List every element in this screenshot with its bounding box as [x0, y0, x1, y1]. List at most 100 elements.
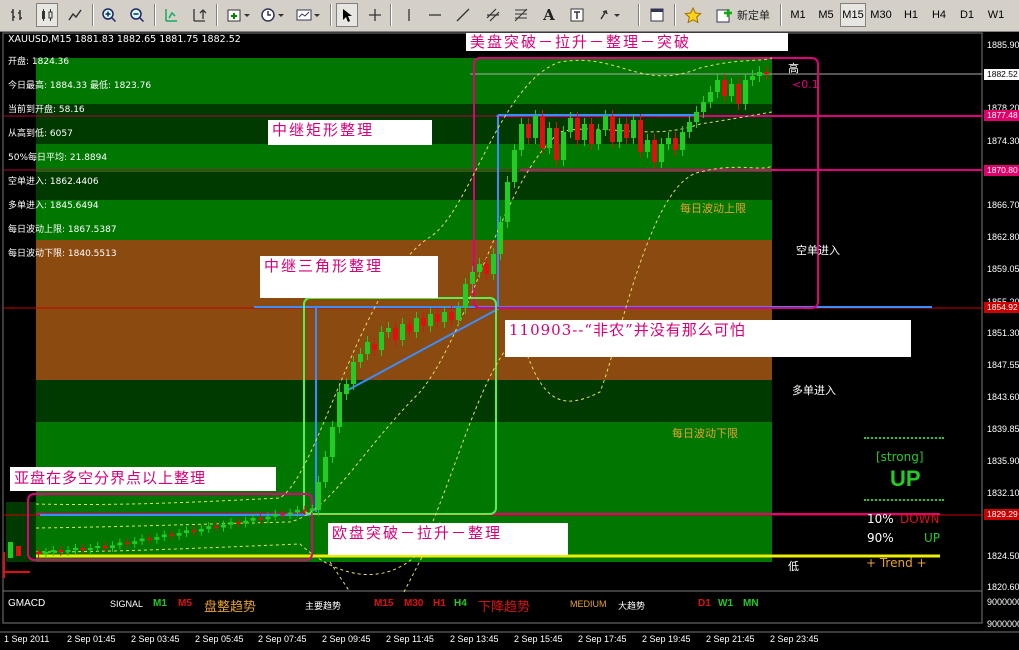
candle-body — [624, 124, 629, 138]
candle-body — [344, 384, 349, 394]
crosshair-button[interactable] — [364, 3, 386, 27]
timeframe-h1[interactable]: H1 — [898, 3, 924, 27]
high-mark-label: 高 — [788, 62, 799, 75]
candle-body — [722, 80, 727, 96]
candle-body — [184, 530, 189, 533]
long-entry-label: 多单进入 — [792, 384, 836, 397]
indicator-medium: MEDIUM — [570, 599, 607, 609]
vertical-line-button[interactable] — [398, 3, 420, 27]
info-line: 当前到开盘: 58.16 — [8, 105, 85, 115]
candle-body — [680, 132, 685, 150]
candle-body — [659, 144, 664, 162]
signal-divider — [864, 437, 944, 439]
time-axis-label: 2 Sep 09:45 — [322, 634, 371, 644]
candle-body — [198, 528, 204, 532]
candle-body — [652, 140, 657, 162]
candle-body — [589, 124, 594, 144]
candle-body — [596, 130, 601, 144]
indicators-button[interactable] — [224, 3, 254, 27]
new-order-button[interactable]: 新定单 — [712, 3, 774, 27]
bar-chart-button[interactable] — [6, 3, 28, 27]
toolbar-separator — [390, 4, 392, 26]
candle-body — [694, 112, 699, 122]
time-axis-label: 2 Sep 15:45 — [514, 634, 563, 644]
periods-button[interactable] — [258, 3, 288, 27]
candle-body — [484, 264, 489, 274]
price-axis-label: 1885.90 — [987, 40, 1019, 50]
candle-body — [505, 182, 510, 222]
candle-body — [191, 530, 197, 532]
zoom-in-button[interactable] — [98, 3, 120, 27]
timeframe-h4[interactable]: H4 — [926, 3, 952, 27]
candle-body — [708, 92, 713, 102]
candle-body — [442, 312, 447, 322]
auto-scroll-icon — [165, 9, 177, 22]
candle-body — [154, 537, 160, 540]
zoom-out-button[interactable] — [126, 3, 148, 27]
candle-body — [169, 534, 175, 536]
candle-body — [645, 140, 650, 152]
chart-window[interactable]: XAUUSD,M15 1881.83 1882.65 1881.75 1882.… — [0, 32, 1019, 650]
toolbar-separator — [780, 4, 782, 26]
indicator-d1: D1 — [698, 598, 711, 609]
bar-chart-icon — [11, 9, 22, 21]
info-line: 50%每日平均: 21.8894 — [8, 153, 108, 163]
clock-icon — [261, 8, 284, 22]
candle-body — [36, 552, 41, 554]
timeframe-d1[interactable]: D1 — [954, 3, 980, 27]
candle-body — [132, 541, 138, 544]
trendline-button[interactable] — [452, 3, 474, 27]
info-line: 每日波动上限: 1867.5387 — [8, 225, 117, 235]
candle-chart-button[interactable] — [36, 3, 58, 27]
new-order-label: 新定单 — [737, 9, 770, 22]
toolbar-separator — [330, 4, 332, 26]
info-line: 从高到低: 6057 — [8, 129, 73, 139]
cursor-arrow-icon — [343, 9, 352, 22]
candle-body — [715, 80, 720, 92]
templates-button[interactable] — [294, 3, 324, 27]
candle-body — [575, 118, 580, 140]
price-axis-label: 1832.10 — [987, 488, 1019, 498]
signal-up-label: UP — [924, 531, 941, 545]
low-mark-label: 低 — [788, 560, 799, 573]
line-chart-button[interactable] — [64, 3, 86, 27]
time-axis-label: 2 Sep 17:45 — [578, 634, 627, 644]
timeframe-m30[interactable]: M30 — [868, 3, 894, 27]
fibonacci-icon — [514, 8, 528, 22]
expert-advisors-button[interactable] — [682, 3, 704, 27]
chart-shift-button[interactable] — [188, 3, 210, 27]
info-line: 每日波动下限: 1840.5513 — [8, 249, 117, 259]
fibonacci-button[interactable] — [510, 3, 532, 27]
candle-body — [750, 76, 755, 80]
text-label-icon — [570, 8, 584, 22]
cursor-button[interactable] — [336, 3, 358, 27]
auto-scroll-button[interactable] — [160, 3, 182, 27]
arrows-button[interactable] — [596, 3, 624, 27]
candle-body — [470, 272, 475, 284]
candle-body — [498, 222, 503, 254]
timeframe-m5[interactable]: M5 — [813, 3, 839, 27]
horizontal-line-button[interactable] — [424, 3, 446, 27]
candle-body — [73, 548, 78, 550]
candle-body — [280, 513, 286, 516]
price-tag: 1829.29 — [984, 509, 1019, 520]
candle-body — [309, 508, 315, 512]
trend-label: + Trend + — [866, 556, 927, 570]
candle-body — [673, 138, 678, 150]
timeframe-w1[interactable]: W1 — [983, 3, 1009, 27]
indicator-axis-bottom: 9000000 — [987, 619, 1019, 629]
daily-lower-label: 每日波动下限 — [672, 427, 738, 440]
channel-button[interactable] — [482, 3, 504, 27]
text-button[interactable]: A — [538, 3, 560, 27]
indicator-signal: SIGNAL — [110, 599, 144, 609]
text-label-button[interactable] — [566, 3, 588, 27]
candle-body — [379, 332, 384, 350]
signal-strength: [strong] — [876, 450, 924, 464]
indicator-w1: W1 — [718, 598, 733, 609]
timeframe-m15[interactable]: M15 — [840, 3, 866, 27]
timeframe-m1[interactable]: M1 — [785, 3, 811, 27]
terminal-button[interactable] — [646, 3, 668, 27]
candle-body — [323, 457, 328, 482]
crosshair-icon — [369, 9, 381, 21]
candle-body — [582, 124, 587, 140]
